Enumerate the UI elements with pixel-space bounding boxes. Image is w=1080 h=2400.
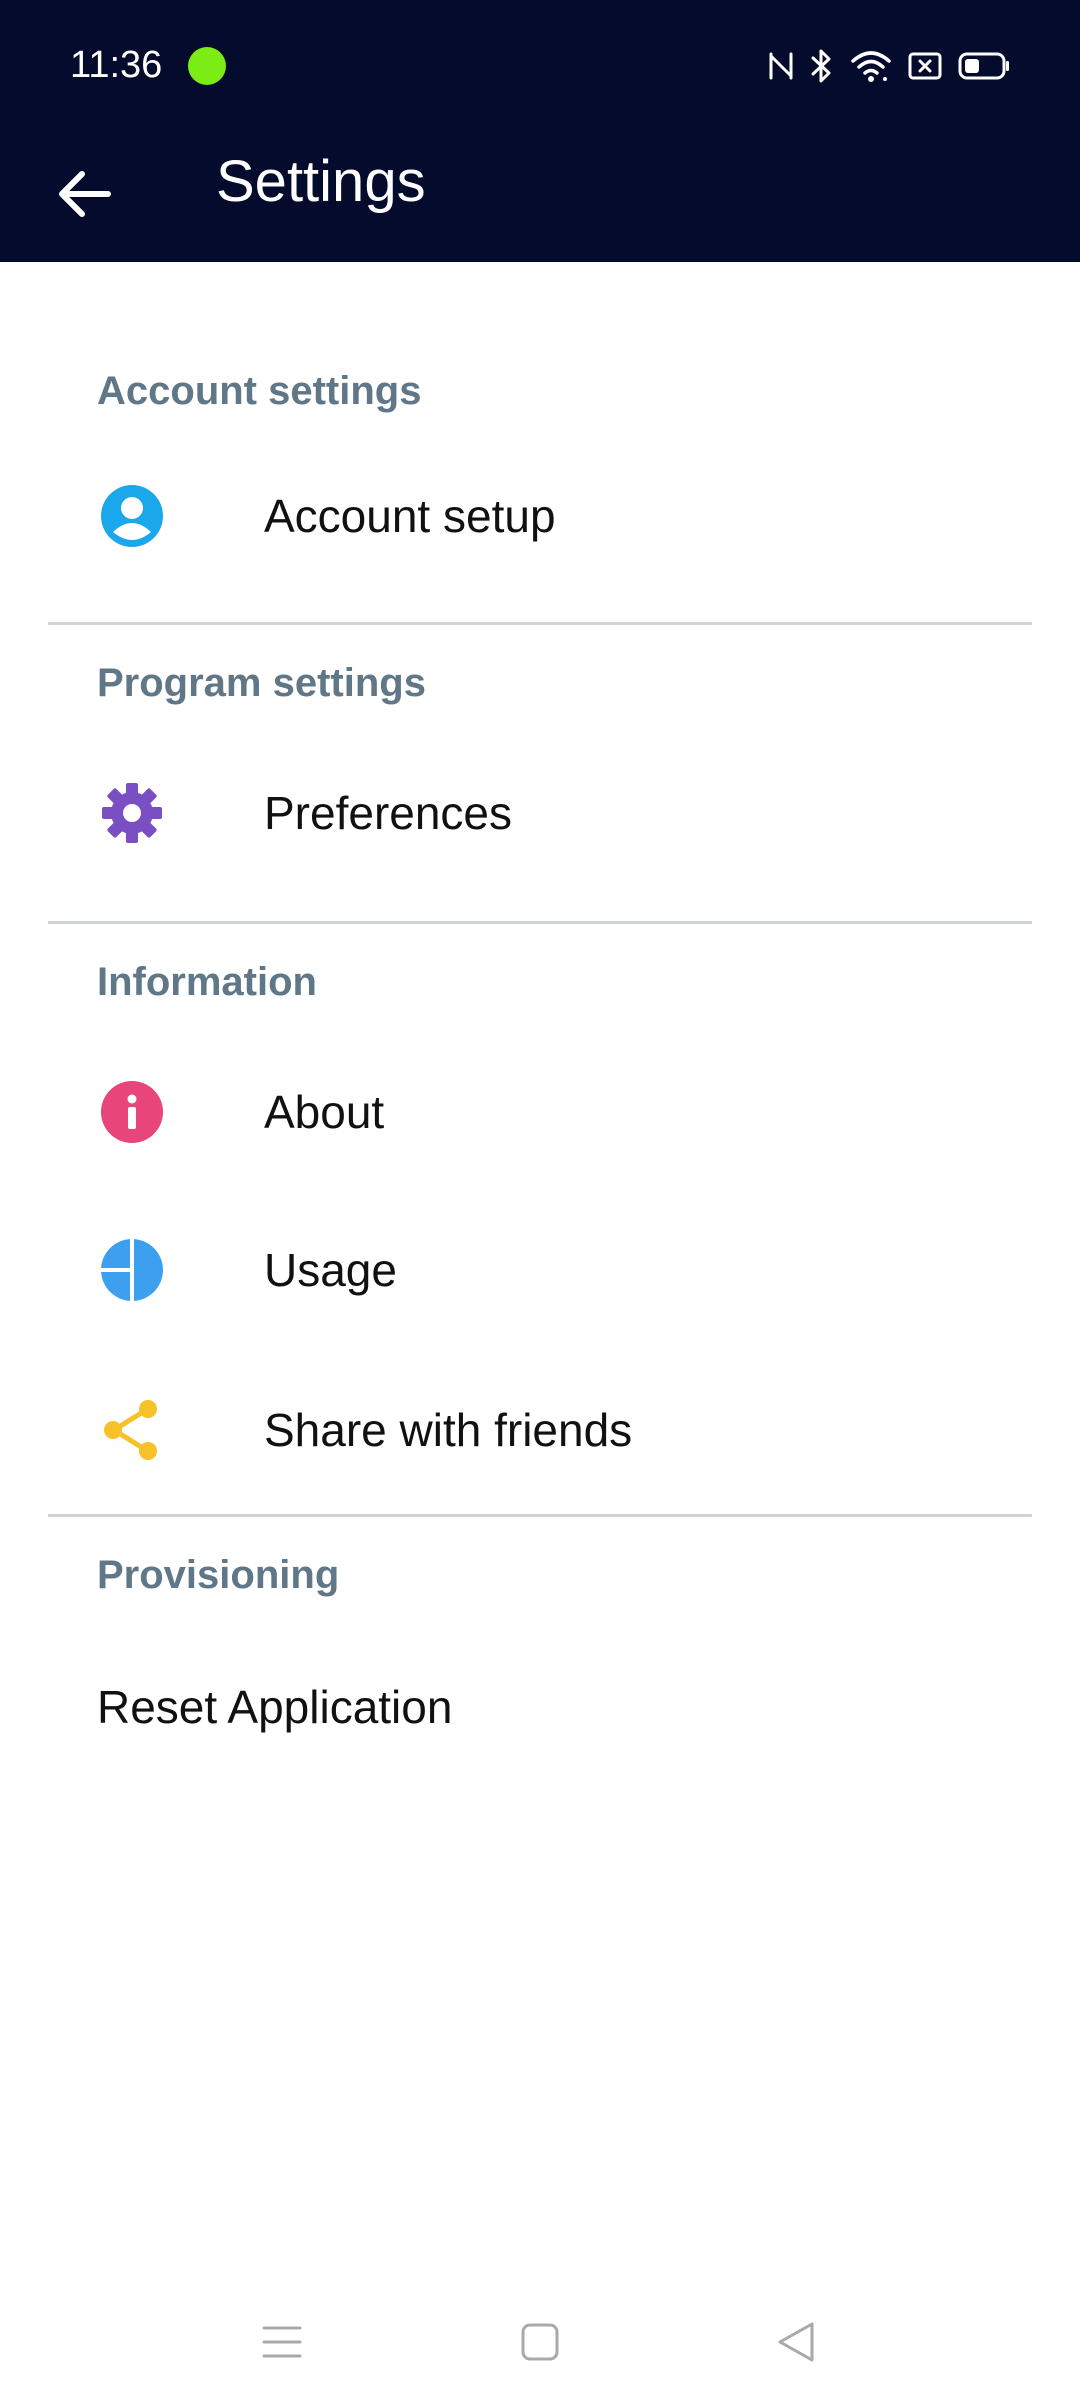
status-icons <box>768 44 1010 88</box>
system-back-button[interactable] <box>764 2312 828 2376</box>
battery-icon <box>958 51 1010 81</box>
info-icon <box>100 1080 164 1144</box>
list-item-account-setup[interactable]: Account setup <box>0 446 1080 586</box>
home-button[interactable] <box>508 2312 572 2376</box>
bluetooth-icon <box>810 48 834 84</box>
back-triangle-icon <box>775 2320 817 2369</box>
list-item-preferences[interactable]: Preferences <box>0 735 1080 891</box>
list-item-label: Reset Application <box>97 1681 453 1733</box>
list-item-usage[interactable]: Usage <box>0 1190 1080 1350</box>
list-item-about[interactable]: About <box>0 1034 1080 1190</box>
list-item-share-with-friends[interactable]: Share with friends <box>0 1350 1080 1510</box>
home-square-icon <box>520 2322 560 2367</box>
page-title: Settings <box>216 149 426 214</box>
list-item-label: Usage <box>264 1244 397 1296</box>
share-icon <box>100 1398 164 1462</box>
section-header-provisioning: Provisioning <box>97 1552 340 1597</box>
list-item-label: About <box>264 1086 385 1138</box>
wifi-icon <box>850 49 892 83</box>
menu-icon <box>262 2324 302 2365</box>
account-circle-icon <box>100 484 164 548</box>
toolbar: Settings <box>0 130 1080 262</box>
status-time: 11:36 <box>70 44 163 86</box>
settings-list: Account settings Account setup Program s… <box>0 262 1080 1787</box>
section-header-information: Information <box>97 959 317 1004</box>
pie-chart-icon <box>100 1238 164 1302</box>
section-header-program: Program settings <box>97 660 426 705</box>
arrow-left-icon <box>56 170 112 223</box>
list-item-label: Preferences <box>264 787 513 839</box>
system-navigation-bar <box>0 2290 1080 2400</box>
gear-icon <box>100 781 164 845</box>
recent-apps-button[interactable] <box>250 2312 314 2376</box>
list-item-reset-application[interactable]: Reset Application <box>0 1627 1080 1787</box>
list-item-label: Share with friends <box>264 1404 633 1456</box>
status-bar: 11:36 <box>0 0 1080 130</box>
list-item-label: Account setup <box>264 490 556 542</box>
section-header-account: Account settings <box>97 368 422 413</box>
sim-icon <box>908 51 942 81</box>
status-indicator-dot <box>188 47 226 85</box>
back-button[interactable] <box>44 156 124 236</box>
nfc-icon <box>768 50 794 82</box>
app-header: 11:36 Settings <box>0 0 1080 262</box>
